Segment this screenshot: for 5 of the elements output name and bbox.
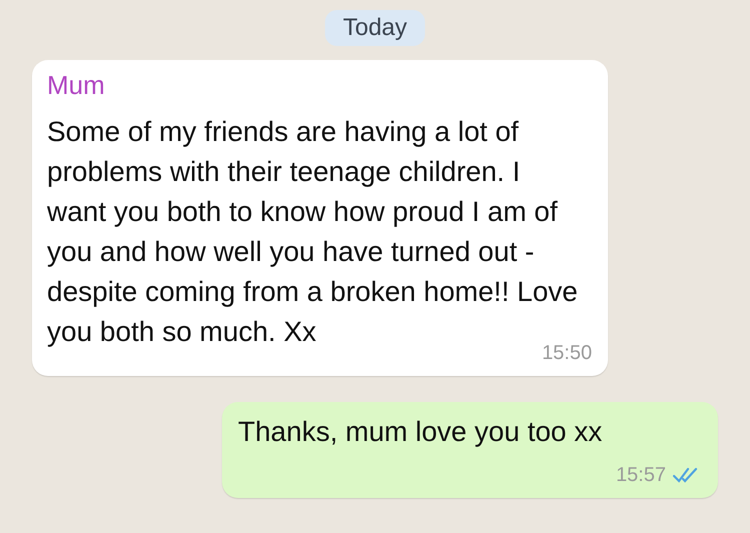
sender-name: Mum — [47, 70, 106, 100]
date-divider: Today — [324, 10, 426, 46]
message-time: 15:50 — [542, 341, 592, 366]
message-time: 15:57 — [616, 463, 666, 488]
message-text: Thanks, mum love you too xx — [238, 415, 604, 449]
